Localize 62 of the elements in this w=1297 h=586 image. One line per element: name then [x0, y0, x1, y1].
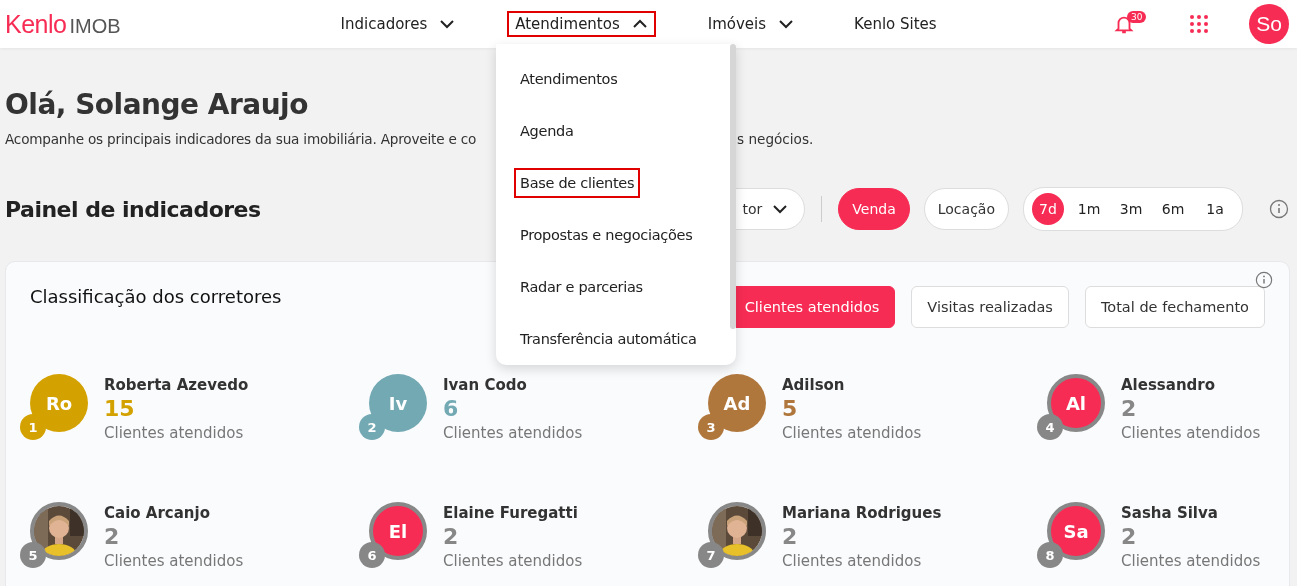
count-caption: Clientes atendidos: [104, 424, 245, 442]
subtitle-text: Acompanhe os principais indicadores da sua imobiliária. Aproveite e co: [5, 131, 478, 147]
rank-badge: 5: [20, 542, 46, 568]
info-icon[interactable]: [1269, 199, 1289, 219]
rank-badge: 4: [1037, 414, 1063, 440]
period-option[interactable]: 7d: [1032, 193, 1064, 225]
rank-badge: 6: [359, 542, 385, 568]
client-count: 5: [782, 395, 799, 423]
count-caption: Clientes atendidos: [443, 424, 583, 442]
count-caption: Clientes atendidos: [1121, 424, 1261, 442]
client-count: 2: [1121, 395, 1138, 423]
card-title: Classificação dos corretores: [30, 286, 282, 307]
info-icon[interactable]: [1255, 271, 1273, 289]
rank-badge: 8: [1037, 542, 1063, 568]
broker-name: Caio Arcanjo: [104, 504, 211, 522]
rank-badge: 1: [20, 414, 46, 440]
broker-name: Elaine Furegatti: [443, 504, 579, 522]
business-toggle[interactable]: Venda: [838, 188, 910, 230]
notification-badge: 30: [1127, 11, 1147, 23]
nav-item[interactable]: Indicadores: [332, 11, 464, 37]
client-count: 2: [1121, 523, 1138, 551]
period-option[interactable]: 1a: [1198, 193, 1232, 225]
client-count: 2: [782, 523, 799, 551]
panel-title: Painel de indicadores: [5, 196, 261, 222]
count-caption: Clientes atendidos: [104, 552, 244, 570]
nav-item[interactable]: Imóveis: [699, 11, 803, 37]
menu-item[interactable]: Radar e parcerias: [514, 272, 649, 302]
broker-name: Roberta Azevedo: [104, 376, 249, 394]
menu-item[interactable]: Base de clientes: [514, 168, 641, 198]
broker-name: Mariana Rodrigues: [782, 504, 942, 522]
menu-item[interactable]: Transferência automática: [514, 324, 703, 354]
period-option[interactable]: 6m: [1156, 193, 1190, 225]
business-toggle[interactable]: Locação: [923, 188, 1009, 230]
rank-badge: 2: [359, 414, 385, 440]
broker-name: Alessandro: [1121, 376, 1217, 394]
count-caption: Clientes atendidos: [782, 424, 922, 442]
broker-name: Sasha Silva: [1121, 504, 1219, 522]
count-caption: Clientes atendidos: [782, 552, 923, 570]
logo[interactable]: Kenlo IMOB: [5, 9, 121, 39]
client-count: 15: [104, 395, 136, 423]
broker-name: Ivan Codo: [443, 376, 528, 394]
subtitle-text: s negócios.: [737, 131, 814, 147]
nav-item[interactable]: Atendimentos: [507, 11, 656, 37]
metric-tab[interactable]: Total de fechamento: [1084, 286, 1265, 328]
metric-tab[interactable]: Visitas realizadas: [911, 286, 1069, 328]
count-caption: Clientes atendidos: [1121, 552, 1261, 570]
rank-badge: 3: [698, 414, 724, 440]
client-count: 2: [104, 523, 121, 551]
menu-item[interactable]: Atendimentos: [514, 64, 624, 94]
greeting: Olá, Solange Araujo: [5, 88, 309, 121]
nav-item[interactable]: Kenlo Sites: [846, 11, 945, 37]
apps-grid-icon[interactable]: [1189, 14, 1209, 34]
scrollbar[interactable]: [730, 44, 736, 329]
rank-badge: 7: [698, 542, 724, 568]
menu-item[interactable]: Agenda: [514, 116, 580, 146]
count-caption: Clientes atendidos: [443, 552, 583, 570]
period-option[interactable]: 3m: [1114, 193, 1148, 225]
broker-name: Adilson: [782, 376, 846, 394]
period-option[interactable]: 1m: [1072, 193, 1106, 225]
client-count: 6: [443, 395, 460, 423]
user-avatar[interactable]: So: [1249, 4, 1289, 44]
client-count: 2: [443, 523, 460, 551]
